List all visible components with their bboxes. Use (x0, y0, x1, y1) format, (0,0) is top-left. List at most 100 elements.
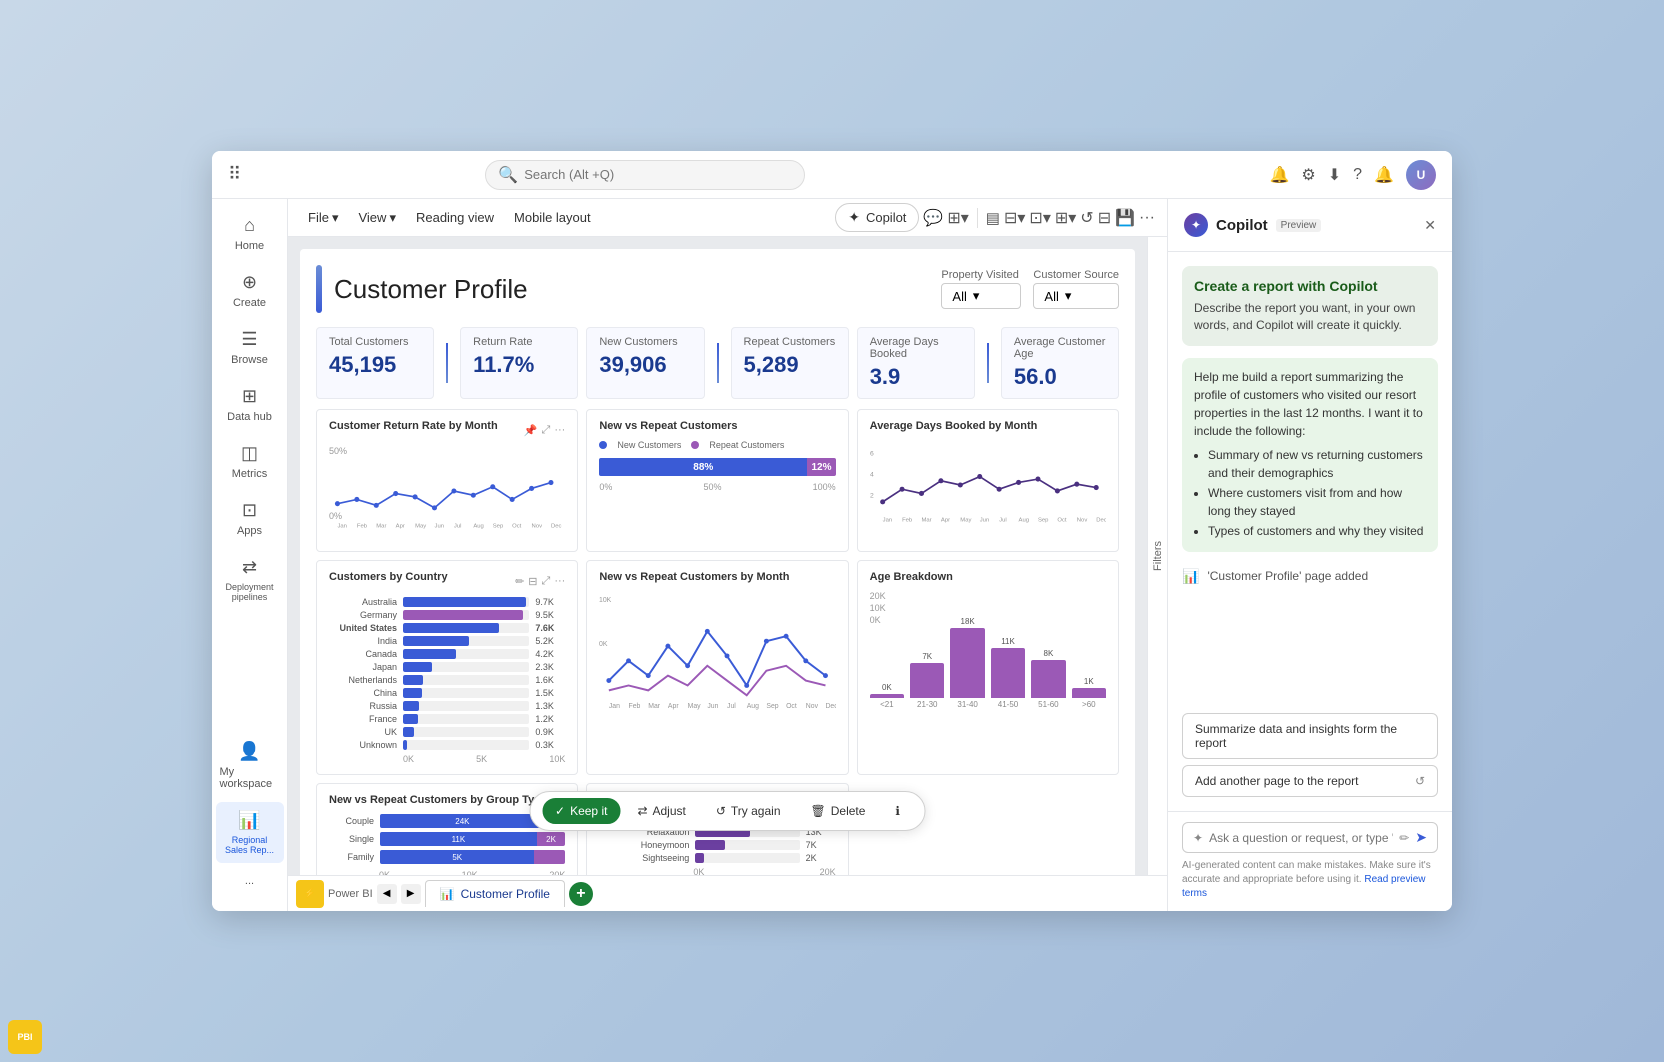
suggestion-summarize[interactable]: Summarize data and insights form the rep… (1182, 713, 1438, 759)
svg-text:Jul: Jul (999, 517, 1007, 523)
browse-icon: ☰ (241, 329, 257, 350)
send-icon[interactable]: ➤ (1415, 829, 1427, 846)
refresh-icon[interactable]: ↺ (1080, 208, 1093, 228)
customer-source-dropdown[interactable]: All ▾ (1033, 283, 1119, 309)
kpi-total-customers: Total Customers 45,195 (316, 327, 434, 399)
delete-button[interactable]: 🗑 Delete (798, 798, 879, 824)
uk-bar-fill (403, 727, 414, 737)
svg-text:Aug: Aug (1018, 517, 1028, 523)
avatar[interactable]: U (1406, 160, 1436, 190)
sidebar-item-home[interactable]: ⌂ Home (216, 207, 284, 260)
adjust-icon: ⇄ (637, 804, 647, 818)
country-more-icon[interactable]: ··· (554, 575, 565, 588)
uk-bar-track (403, 727, 529, 737)
view-menu[interactable]: View ▾ (350, 206, 403, 230)
add-icon[interactable]: ⊞▾ (1055, 208, 1076, 228)
sidebar-item-regional[interactable]: 📊 Regional Sales Rep... (216, 802, 284, 863)
tab-customer-profile[interactable]: 📊 Customer Profile (425, 880, 565, 907)
list-item: Australia 9.7K (329, 597, 565, 607)
filters-toggle[interactable]: Filters (1147, 237, 1167, 875)
reading-view-btn[interactable]: Reading view (408, 206, 502, 229)
duplicate-icon[interactable]: ⊟ (1098, 208, 1111, 228)
svg-text:May: May (415, 523, 426, 529)
file-chevron-icon: ▾ (332, 210, 339, 226)
sidebar-item-workspace[interactable]: 👤 My workspace (216, 733, 284, 798)
screen-icon[interactable]: ⊡▾ (1029, 208, 1050, 228)
svg-text:Mar: Mar (649, 703, 662, 710)
file-menu[interactable]: File ▾ (300, 206, 346, 230)
list-item: 11K 41-50 (991, 637, 1025, 709)
copilot-preview-badge: Preview (1276, 219, 1322, 232)
sparkle-icon: ✦ (1193, 831, 1203, 845)
svg-text:Apr: Apr (941, 517, 950, 523)
customer-source-filter: Customer Source All ▾ (1033, 269, 1119, 309)
report-canvas: Customer Profile Property Visited All ▾ (288, 237, 1147, 875)
copilot-title: Copilot (1216, 217, 1268, 234)
suggestion-add-page[interactable]: Add another page to the report ↺ (1182, 765, 1438, 797)
list-item: Canada 4.2K (329, 649, 565, 659)
metrics-icon: ◫ (241, 443, 258, 464)
sidebar-item-browse[interactable]: ☰ Browse (216, 321, 284, 374)
search-bar[interactable]: 🔍 (485, 160, 805, 190)
sidebar-item-metrics[interactable]: ◫ Metrics (216, 435, 284, 488)
russia-bar-fill (403, 701, 419, 711)
keep-it-button[interactable]: ✓ Keep it (542, 798, 620, 824)
svg-text:Nov: Nov (532, 523, 543, 529)
expand-icon[interactable]: ⤢ (542, 575, 551, 588)
settings-icon[interactable]: ⚙ (1301, 165, 1315, 185)
chart-return-rate-header: Customer Return Rate by Month 📌 ⤢ ··· (329, 420, 565, 440)
download-icon[interactable]: ⬇ (1328, 165, 1341, 185)
chart-avg-days-title: Average Days Booked by Month (870, 420, 1106, 432)
search-icon: 🔍 (498, 165, 518, 185)
info-button[interactable]: ℹ (882, 798, 913, 824)
top-bar: ⠿ 🔍 🔔 ⚙ ⬇ ? 🔔 U (212, 151, 1452, 199)
group-type-bars: Couple 24K 3K Single (329, 814, 565, 864)
chart-new-vs-repeat-title: New vs Repeat Customers (599, 420, 835, 432)
delete-icon: 🗑 (811, 804, 826, 818)
chart-age-breakdown: Age Breakdown 20K 10K 0K (857, 560, 1119, 775)
kpi-divider-3 (987, 343, 989, 383)
copilot-panel: ✦ Copilot Preview ✕ Create a report with… (1167, 199, 1452, 911)
kpi-row: Total Customers 45,195 Return Rate 11.7%… (316, 327, 1119, 399)
visual-options-icon[interactable]: ⊞▾ (947, 208, 968, 228)
list-item: Unknown 0.3K (329, 740, 565, 750)
adjust-button[interactable]: ⇄ Adjust (624, 798, 698, 824)
save-icon[interactable]: 💾 (1115, 208, 1135, 228)
sidebar-item-more[interactable]: ... (216, 867, 284, 895)
more-icon[interactable]: ··· (554, 424, 565, 437)
page-nav-next[interactable]: ▶ (401, 884, 421, 904)
pin-icon[interactable]: 📌 (524, 424, 538, 437)
alerts-icon[interactable]: 🔔 (1374, 165, 1394, 185)
add-page-button[interactable]: + (569, 882, 593, 906)
list-item: France 1.2K (329, 714, 565, 724)
copilot-input[interactable] (1209, 831, 1393, 845)
edit-icon[interactable]: ✏ (515, 575, 524, 588)
sidebar-item-datahub[interactable]: ⊞ Data hub (216, 378, 284, 431)
list-item: India 5.2K (329, 636, 565, 646)
more-options-icon[interactable]: ··· (1139, 209, 1155, 227)
sidebar-item-create[interactable]: ⊕ Create (216, 264, 284, 317)
sidebar-item-deployment[interactable]: ⇄ Deployment pipelines (216, 549, 284, 610)
comment-icon[interactable]: 💬 (923, 208, 943, 228)
close-icon[interactable]: ✕ (1424, 217, 1436, 234)
focus-icon[interactable]: ⤢ (542, 424, 551, 437)
property-visited-dropdown[interactable]: All ▾ (941, 283, 1021, 309)
svg-text:2: 2 (870, 493, 874, 500)
try-again-button[interactable]: ↺ Try again (703, 798, 794, 824)
powerbi-logo-bottom: ⚡ Power BI (296, 880, 373, 908)
mobile-layout-btn[interactable]: Mobile layout (506, 206, 599, 229)
copilot-button[interactable]: ✦ Copilot (835, 203, 919, 232)
svg-text:Jan: Jan (609, 703, 620, 710)
table-icon[interactable]: ⊟ (528, 575, 537, 588)
help-icon[interactable]: ? (1353, 166, 1362, 184)
workspace-icon: 👤 (238, 741, 260, 762)
notification-icon[interactable]: 🔔 (1269, 165, 1289, 185)
honeymoon-bar-fill (695, 840, 724, 850)
sidebar-item-apps[interactable]: ⊡ Apps (216, 492, 284, 545)
format-icon[interactable]: ▤ (986, 209, 1000, 227)
australia-bar-track (403, 597, 529, 607)
page-nav-prev[interactable]: ◀ (377, 884, 397, 904)
paste-icon[interactable]: ⊟▾ (1004, 208, 1025, 228)
waffle-icon[interactable]: ⠿ (228, 164, 241, 185)
search-input[interactable] (524, 167, 704, 182)
